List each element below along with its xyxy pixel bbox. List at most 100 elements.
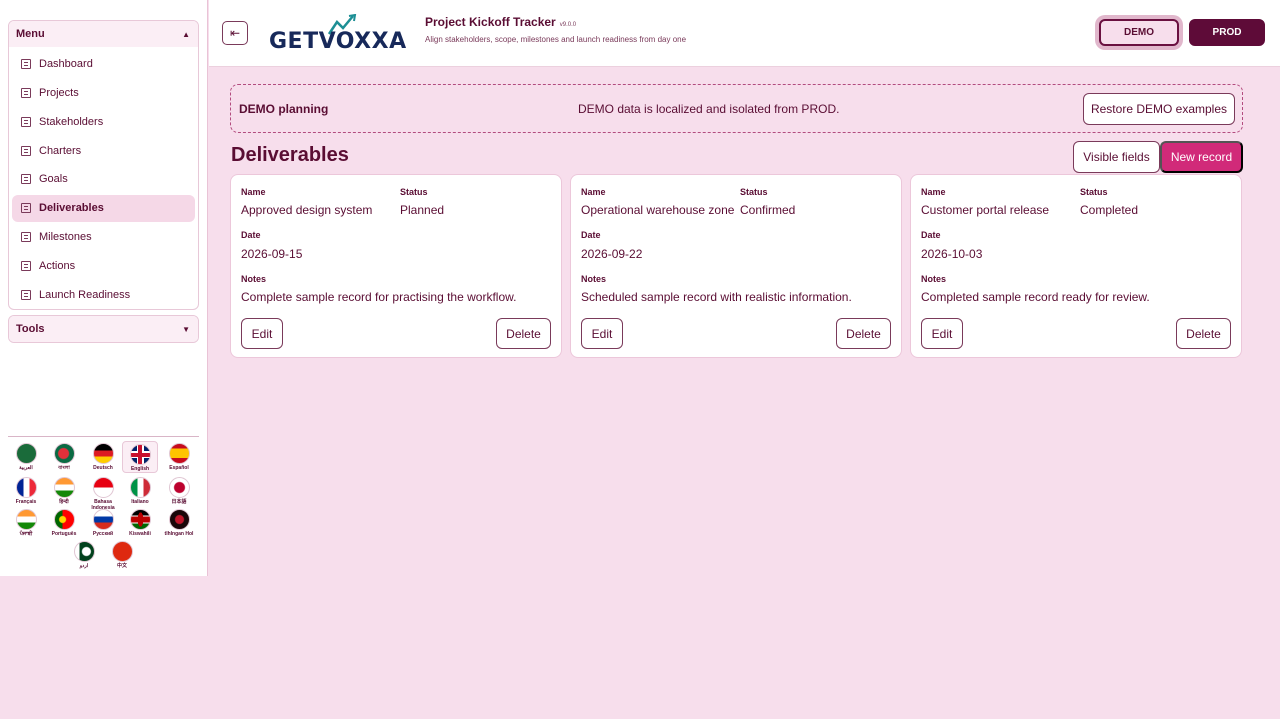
visible-fields-button[interactable]: Visible fields xyxy=(1073,141,1160,173)
sidebar-item-label: Actions xyxy=(39,259,76,272)
sidebar-item-label: Dashboard xyxy=(39,58,93,71)
language-spanish[interactable]: Español xyxy=(161,443,197,471)
language-punjabi[interactable]: ਪੰਜਾਬੀ xyxy=(8,509,44,537)
chevron-down-icon[interactable]: ▼ xyxy=(182,325,190,334)
uk-flag-icon xyxy=(129,444,151,465)
language-label: Italiano xyxy=(131,499,149,505)
language-portuguese[interactable]: Português xyxy=(46,509,82,537)
language-arabic[interactable]: العربية xyxy=(8,443,44,471)
language-label: tlhIngan Hol xyxy=(164,531,194,537)
sidebar-item-projects[interactable]: Projects xyxy=(12,80,195,107)
sidebar: Menu ▲ Dashboard Projects Stakeholders C… xyxy=(0,0,208,576)
language-label: 日本語 xyxy=(171,499,187,505)
language-label: Русский xyxy=(92,531,114,537)
language-label: Kiswahili xyxy=(129,531,151,537)
language-label: Français xyxy=(15,499,37,505)
sidebar-item-label: Milestones xyxy=(39,231,92,244)
demo-banner: DEMO planning DEMO data is localized and… xyxy=(230,84,1243,133)
pakistan-flag-icon xyxy=(73,541,95,562)
record-name: Operational warehouse zone xyxy=(581,203,735,217)
date-label: Date xyxy=(581,230,601,240)
edit-button[interactable]: Edit xyxy=(921,318,963,349)
language-chinese[interactable]: 中文 xyxy=(104,541,140,569)
record-notes: Completed sample record ready for review… xyxy=(921,290,1150,304)
sidebar-item-label: Charters xyxy=(39,144,82,157)
edit-button[interactable]: Edit xyxy=(241,318,283,349)
list-icon xyxy=(21,116,31,127)
tools-title: Tools xyxy=(16,323,45,335)
france-flag-icon xyxy=(15,477,37,498)
restore-demo-button[interactable]: Restore DEMO examples xyxy=(1083,93,1235,125)
language-english[interactable]: English xyxy=(122,441,158,473)
sidebar-item-charters[interactable]: Charters xyxy=(12,137,195,164)
language-label: 中文 xyxy=(116,563,127,569)
notes-label: Notes xyxy=(921,274,947,284)
sidebar-item-deliverables[interactable]: Deliverables xyxy=(12,194,195,222)
date-label: Date xyxy=(241,230,261,240)
menu-header[interactable]: Menu ▲ xyxy=(9,21,198,47)
china-flag-icon xyxy=(111,541,133,562)
language-hindi[interactable]: हिन्दी xyxy=(46,477,82,505)
klingon-emblem-icon xyxy=(168,509,190,530)
edit-button[interactable]: Edit xyxy=(581,318,623,349)
list-icon xyxy=(21,289,31,300)
sidebar-nav: Dashboard Projects Stakeholders Charters… xyxy=(9,47,198,308)
language-label: العربية xyxy=(19,465,33,471)
language-selector: العربية বাংলা Deutsch English Español Fr… xyxy=(8,436,199,571)
language-label: हिन्दी xyxy=(59,499,69,505)
language-klingon[interactable]: tlhIngan Hol xyxy=(161,509,197,537)
language-bengali[interactable]: বাংলা xyxy=(46,443,82,471)
status-label: Status xyxy=(740,187,768,197)
demo-env-button[interactable]: DEMO xyxy=(1099,19,1179,46)
name-label: Name xyxy=(581,187,606,197)
sidebar-item-milestones[interactable]: Milestones xyxy=(12,224,195,251)
tools-header[interactable]: Tools ▼ xyxy=(9,316,198,342)
language-italian[interactable]: Italiano xyxy=(122,477,158,505)
language-french[interactable]: Français xyxy=(8,477,44,505)
record-name: Approved design system xyxy=(241,203,373,217)
sidebar-item-actions[interactable]: Actions xyxy=(12,252,195,279)
list-icon xyxy=(21,174,31,185)
language-indonesian[interactable]: Bahasa Indonesia xyxy=(85,477,121,511)
list-icon xyxy=(21,88,31,99)
delete-button[interactable]: Delete xyxy=(836,318,891,349)
tools-panel: Tools ▼ xyxy=(8,315,199,343)
record-date: 2026-09-22 xyxy=(581,247,643,261)
sidebar-item-dashboard[interactable]: Dashboard xyxy=(12,51,195,78)
prod-env-button[interactable]: PROD xyxy=(1189,19,1265,46)
sidebar-item-label: Projects xyxy=(39,87,79,100)
sidebar-item-launch-readiness[interactable]: Launch Readiness xyxy=(12,281,195,308)
name-label: Name xyxy=(921,187,946,197)
language-russian[interactable]: Русский xyxy=(85,509,121,537)
language-urdu[interactable]: اردو xyxy=(66,541,102,569)
new-record-button[interactable]: New record xyxy=(1160,141,1243,173)
india-flag-icon xyxy=(15,509,37,530)
delete-button[interactable]: Delete xyxy=(496,318,551,349)
record-status: Confirmed xyxy=(740,203,796,217)
menu-title: Menu xyxy=(16,28,45,40)
language-japanese[interactable]: 日本語 xyxy=(161,477,197,505)
record-date: 2026-10-03 xyxy=(921,247,983,261)
kenya-flag-icon xyxy=(129,509,151,530)
sidebar-toggle-button[interactable]: ⇤ xyxy=(222,21,248,45)
language-swahili[interactable]: Kiswahili xyxy=(122,509,158,537)
app-header: ⇤ GETVOXXA Project Kickoff Tracker v9.0.0… xyxy=(209,0,1280,67)
language-label: English xyxy=(130,466,150,472)
list-icon xyxy=(21,59,31,70)
list-icon xyxy=(21,232,31,243)
sidebar-item-stakeholders[interactable]: Stakeholders xyxy=(12,108,195,135)
chevron-up-icon[interactable]: ▲ xyxy=(182,30,190,39)
list-icon xyxy=(21,145,31,156)
sidebar-item-label: Goals xyxy=(39,173,68,186)
collapse-sidebar-icon: ⇤ xyxy=(229,26,241,40)
language-label: ਪੰਜਾਬੀ xyxy=(19,531,33,537)
name-label: Name xyxy=(241,187,266,197)
status-label: Status xyxy=(400,187,428,197)
sidebar-item-goals[interactable]: Goals xyxy=(12,166,195,193)
delete-button[interactable]: Delete xyxy=(1176,318,1231,349)
status-label: Status xyxy=(1080,187,1108,197)
record-status: Completed xyxy=(1080,203,1139,217)
notes-label: Notes xyxy=(241,274,267,284)
language-german[interactable]: Deutsch xyxy=(85,443,121,471)
spain-flag-icon xyxy=(168,443,190,464)
